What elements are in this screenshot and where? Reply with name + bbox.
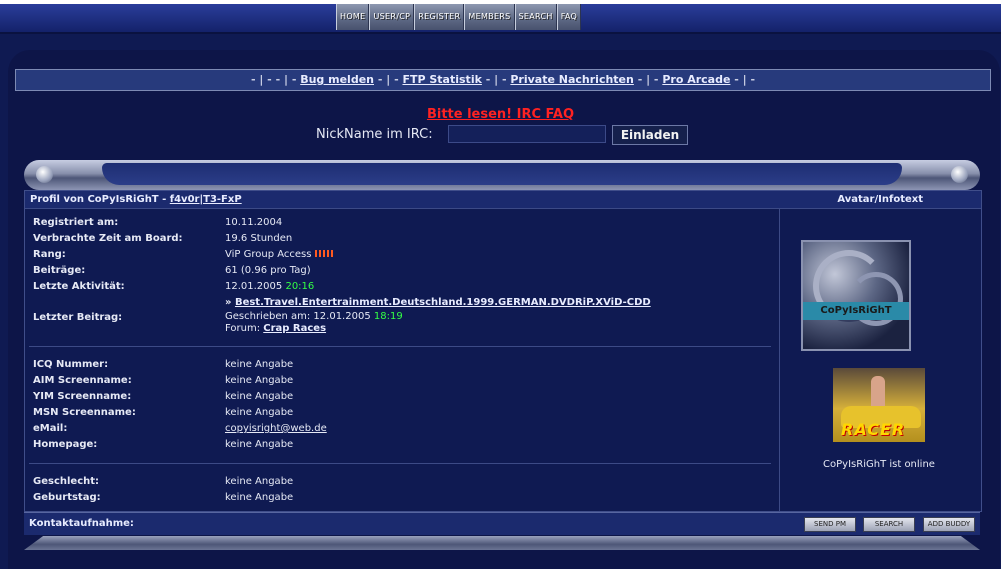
homepage-value: keine Angabe — [225, 439, 294, 450]
icq-value: keine Angabe — [225, 359, 294, 370]
footer-tube — [24, 536, 980, 550]
nav-faq[interactable]: FAQ — [556, 4, 582, 30]
activity-value: 12.01.2005 20:16 — [225, 281, 314, 292]
lastpost-label: Letzter Beitrag: — [33, 312, 123, 323]
invite-button[interactable]: Einladen — [612, 125, 688, 145]
activity-label: Letzte Aktivität: — [33, 281, 125, 292]
lastpost-link[interactable]: Best.Travel.Entertrainment.Deutschland.1… — [235, 297, 651, 308]
activity-date: 12.01.2005 — [225, 281, 283, 292]
activity-time: 20:16 — [285, 281, 315, 292]
profile-group-link[interactable]: f4v0r|T3-FxP — [170, 194, 242, 205]
linkbar-sep: - | - — [481, 73, 511, 86]
aim-value: keine Angabe — [225, 375, 294, 386]
nav-user-cp[interactable]: USER/CP — [369, 4, 415, 30]
registered-value: 10.11.2004 — [225, 217, 283, 228]
profile-title-text: Profil von CoPyIsRiGhT - — [30, 194, 170, 205]
lastpost-line: » Best.Travel.Entertrainment.Deutschland… — [225, 297, 651, 308]
yim-value: keine Angabe — [225, 391, 294, 402]
avatar-header: Avatar/Infotext — [837, 194, 923, 205]
racer-image: RACER — [833, 368, 925, 442]
contact-label: Kontaktaufnahme: — [29, 518, 134, 529]
tube-inner — [102, 163, 902, 185]
lastpost-forum-label: Forum: — [225, 323, 264, 334]
nav-register[interactable]: REGISTER — [414, 4, 465, 30]
posts-value: 61 (0.96 pro Tag) — [225, 265, 311, 276]
birthday-label: Geburtstag: — [33, 492, 101, 503]
pro-arcade-link[interactable]: Pro Arcade — [662, 73, 730, 86]
online-status: CoPyIsRiGhT ist online — [823, 459, 935, 470]
time-label: Verbrachte Zeit am Board: — [33, 233, 183, 244]
lastpost-written-text: Geschrieben am: 12.01.2005 — [225, 311, 371, 322]
rank-text: ViP Group Access — [225, 249, 312, 260]
divider — [29, 463, 771, 464]
lastpost-prefix: » — [225, 297, 235, 308]
irc-nick-input[interactable] — [448, 125, 606, 143]
add-buddy-button[interactable]: ADD BUDDY — [923, 517, 975, 532]
aim-label: AIM Screenname: — [33, 375, 132, 386]
registered-label: Registriert am: — [33, 217, 119, 228]
main-nav: HOME USER/CP REGISTER MEMBERS SEARCH FAQ — [336, 4, 582, 30]
gender-value: keine Angabe — [225, 476, 294, 487]
right-knob-icon — [951, 166, 968, 183]
homepage-label: Homepage: — [33, 439, 98, 450]
header-tube — [24, 160, 980, 190]
lastpost-forum-link[interactable]: Crap Races — [263, 323, 326, 334]
link-bar: - | - - | - Bug melden - | - FTP Statist… — [15, 69, 991, 91]
lastpost-written: Geschrieben am: 12.01.2005 18:19 — [225, 311, 403, 322]
avatar-username-tag: CoPyIsRiGhT — [803, 302, 909, 320]
nav-search[interactable]: SEARCH — [514, 4, 557, 30]
irc-nick-label: NickName im IRC: — [316, 127, 433, 142]
send-pm-button[interactable]: SEND PM — [804, 517, 856, 532]
rank-bars-icon — [315, 249, 335, 260]
ftp-stats-link[interactable]: FTP Statistik — [402, 73, 481, 86]
linkbar-suffix: - | - — [730, 73, 756, 86]
posts-label: Beiträge: — [33, 265, 86, 276]
profile-header: Profil von CoPyIsRiGhT - f4v0r|T3-FxP Av… — [25, 191, 981, 209]
racer-logo: RACER — [841, 420, 906, 439]
nav-members[interactable]: MEMBERS — [464, 4, 515, 30]
avatar: CoPyIsRiGhT — [801, 240, 911, 351]
email-label: eMail: — [33, 423, 68, 434]
irc-faq-link[interactable]: Bitte lesen! IRC FAQ — [0, 107, 1001, 122]
email-link[interactable]: copyisright@web.de — [225, 423, 327, 434]
private-messages-link[interactable]: Private Nachrichten — [510, 73, 633, 86]
msn-label: MSN Screenname: — [33, 407, 136, 418]
search-button[interactable]: SEARCH — [863, 517, 915, 532]
gender-label: Geschlecht: — [33, 476, 100, 487]
nav-home[interactable]: HOME — [336, 4, 370, 30]
left-knob-icon — [36, 166, 53, 183]
time-value: 19.6 Stunden — [225, 233, 293, 244]
rank-label: Rang: — [33, 249, 66, 260]
divider — [29, 346, 771, 347]
contact-bar: Kontaktaufnahme: SEND PM SEARCH ADD BUDD… — [24, 512, 980, 535]
linkbar-prefix: - | - - | - — [250, 73, 301, 86]
linkbar-sep: - | - — [374, 73, 403, 86]
bug-report-link[interactable]: Bug melden — [300, 73, 374, 86]
birthday-value: keine Angabe — [225, 492, 294, 503]
linkbar-sep: - | - — [633, 73, 663, 86]
msn-value: keine Angabe — [225, 407, 294, 418]
icq-label: ICQ Nummer: — [33, 359, 109, 370]
profile-title: Profil von CoPyIsRiGhT - f4v0r|T3-FxP — [30, 191, 242, 208]
rank-value: ViP Group Access — [225, 249, 335, 260]
yim-label: YIM Screenname: — [33, 391, 132, 402]
lastpost-time: 18:19 — [373, 311, 403, 322]
lastpost-forum: Forum: Crap Races — [225, 323, 326, 334]
